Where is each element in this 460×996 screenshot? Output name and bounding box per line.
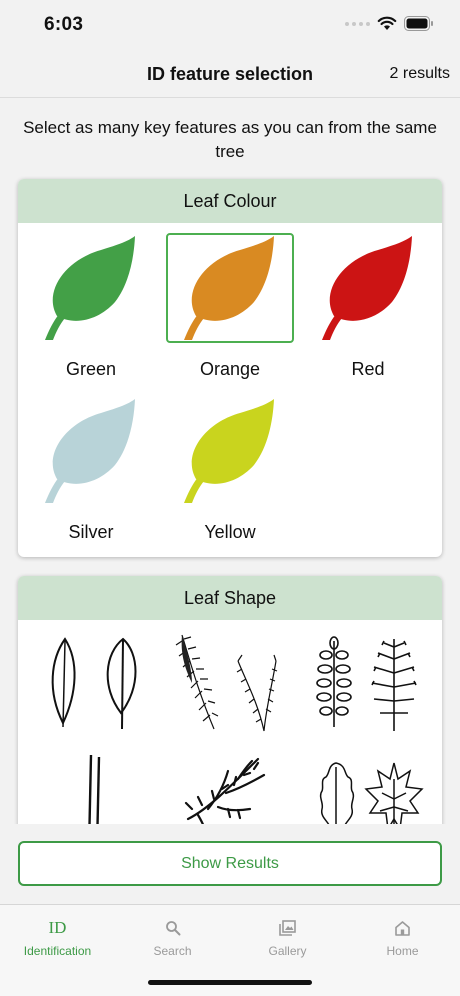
id-icon: ID	[48, 918, 67, 937]
screen: 6:03 ID feature selection 2 results Sele…	[0, 0, 460, 996]
colour-label: Silver	[68, 522, 114, 542]
colour-label: Orange	[199, 359, 261, 379]
tab-label: Home	[386, 944, 419, 958]
tab-search[interactable]: Search	[115, 905, 230, 965]
tab-gallery[interactable]: Gallery	[230, 905, 345, 965]
leaf-shape-option-pinnate[interactable]	[303, 628, 433, 738]
tab-label: Gallery	[268, 944, 307, 958]
tab-identification[interactable]: ID Identification	[0, 905, 115, 965]
colour-option-green[interactable]: Green	[26, 233, 156, 391]
home-indicator	[148, 980, 312, 985]
show-results-button[interactable]: Show Results	[18, 841, 442, 886]
instructions-text: Select as many key features as you can f…	[23, 118, 437, 161]
navigation-bar: ID feature selection 2 results	[0, 50, 460, 98]
red-leaf-icon	[304, 233, 432, 343]
simple-leaf-drawing-icon	[51, 637, 137, 730]
leaf-colour-heading: Leaf Colour	[18, 179, 442, 223]
yellow-leaf-icon	[166, 396, 294, 506]
pinnate-leaf-drawing-icon	[316, 636, 417, 731]
tab-label: Identification	[23, 944, 92, 958]
cellular-signal-icon	[345, 21, 370, 26]
battery-icon	[404, 16, 433, 31]
tab-home[interactable]: Home	[345, 905, 460, 965]
leaf-colour-card: Leaf Colour Green Orange Red Silver Yell…	[18, 179, 442, 557]
green-leaf-icon	[27, 233, 155, 343]
leaf-shape-heading: Leaf Shape	[18, 576, 442, 620]
home-icon	[345, 917, 460, 939]
tab-label: Search	[153, 944, 192, 958]
leaf-shape-option-simple[interactable]	[26, 628, 156, 738]
colour-label: Yellow	[204, 522, 256, 542]
colour-option-orange[interactable]: Orange	[165, 233, 295, 391]
status-bar: 6:03	[0, 0, 460, 50]
colour-option-yellow[interactable]: Yellow	[165, 396, 295, 554]
gallery-icon	[230, 917, 345, 939]
colour-label: Green	[65, 359, 117, 379]
needle-cluster-drawing-icon	[175, 634, 278, 732]
colour-option-red[interactable]: Red	[303, 233, 433, 391]
status-icons	[345, 16, 434, 31]
silver-leaf-icon	[27, 396, 155, 506]
orange-leaf-icon	[166, 233, 294, 343]
wifi-icon	[377, 16, 397, 30]
search-icon	[115, 917, 230, 939]
status-time: 6:03	[44, 14, 84, 35]
colour-label: Red	[351, 359, 385, 379]
results-count[interactable]: 2 results	[390, 65, 450, 83]
colour-option-silver[interactable]: Silver	[26, 396, 156, 554]
leaf-shape-option-needles[interactable]	[165, 628, 295, 738]
